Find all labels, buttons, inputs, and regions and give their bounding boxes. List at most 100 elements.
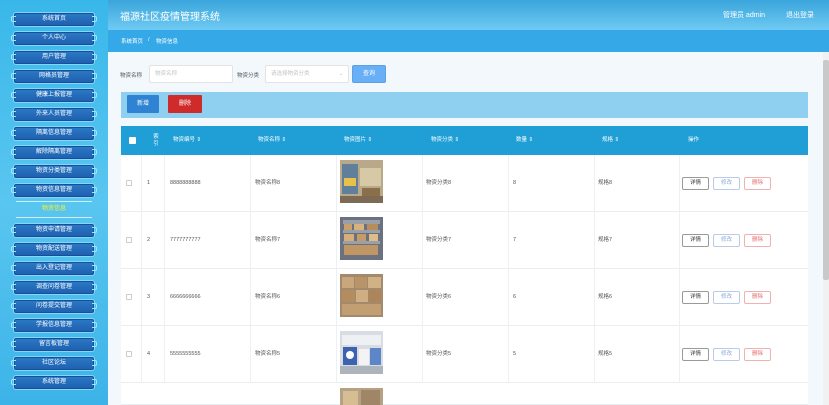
delete-button[interactable]: 删除: [168, 95, 202, 113]
cell-quantity: 6: [513, 294, 517, 300]
cell-spec: 规格5: [598, 351, 613, 357]
cell-quantity: 8: [513, 180, 517, 186]
sidebar-item-survey-submit[interactable]: 问卷提交管理: [11, 299, 97, 314]
cell-index: 3: [147, 294, 151, 300]
cell-code: 5555555555: [170, 351, 201, 357]
col-index-line1: 索: [153, 134, 159, 140]
col-spec[interactable]: 规格 ⇕: [602, 126, 619, 155]
main-content: 物资名称 物资分类 ⌄ 查询 新增 删除 索 引 物资编号 ⇕ 物资名称 ⇕ 物…: [108, 52, 829, 405]
cell-category: 物资分类7: [426, 237, 452, 243]
sidebar-item-supply-request[interactable]: 物资申请管理: [11, 223, 97, 238]
sidebar-item-supply-info-active[interactable]: 物资信息: [13, 203, 95, 215]
sidebar-item-entry-log[interactable]: 出入登记管理: [11, 261, 97, 276]
sidebar-divider: [16, 201, 92, 202]
cell-quantity: 7: [513, 237, 517, 243]
table-row: [121, 383, 808, 405]
cell-quantity: 5: [513, 351, 517, 357]
col-code[interactable]: 物资编号 ⇕: [173, 126, 201, 155]
search-name-label: 物资名称: [120, 73, 143, 79]
supply-image: [340, 160, 383, 203]
row-checkbox[interactable]: [126, 237, 132, 243]
sidebar-item-health-report[interactable]: 健康上报管理: [11, 88, 97, 103]
sidebar-item-system[interactable]: 系统管理: [11, 375, 97, 390]
cell-spec: 规格7: [598, 237, 613, 243]
col-category[interactable]: 物资分类 ⇕: [431, 126, 459, 155]
cell-spec: 规格6: [598, 294, 613, 300]
row-delete-button[interactable]: 删除: [744, 177, 771, 190]
cell-name: 物资名称7: [255, 237, 281, 243]
sidebar-divider: [16, 217, 92, 218]
supply-image: [340, 217, 383, 260]
supply-image: [340, 388, 383, 405]
cell-spec: 规格8: [598, 180, 613, 186]
breadcrumb-separator: /: [148, 37, 150, 43]
cell-name: 物资名称8: [255, 180, 281, 186]
table-header: 索 引 物资编号 ⇕ 物资名称 ⇕ 物资图片 ⇕ 物资分类 ⇕ 数量 ⇕ 规格 …: [121, 126, 808, 155]
search-category-select[interactable]: [265, 65, 349, 83]
select-all-checkbox[interactable]: [129, 137, 136, 144]
search-category-label: 物资分类: [237, 73, 260, 79]
breadcrumb-current: 物资信息: [156, 39, 179, 45]
breadcrumb-home[interactable]: 系统首页: [121, 37, 143, 45]
sidebar-item-supply-category[interactable]: 物资分类管理: [11, 164, 97, 179]
cell-name: 物资名称6: [255, 294, 281, 300]
col-index[interactable]: 索 引: [150, 126, 162, 155]
sidebar-item-users[interactable]: 用户管理: [11, 50, 97, 65]
logout-link[interactable]: 退出登录: [786, 10, 814, 20]
cell-name: 物资名称5: [255, 351, 281, 357]
sidebar-item-forum[interactable]: 社区论坛: [11, 356, 97, 371]
edit-button[interactable]: 修改: [713, 234, 740, 247]
sidebar-item-supply-delivery[interactable]: 物资配送管理: [11, 242, 97, 257]
sidebar-item-home[interactable]: 系统首页: [11, 12, 97, 27]
table-row: 4 5555555555 物资名称5 物资分类5 5 规格5 详情 修改 删除: [121, 326, 808, 383]
cell-index: 1: [147, 180, 151, 186]
detail-button[interactable]: 详情: [682, 177, 709, 190]
sidebar-item-bulletin[interactable]: 学报信息管理: [11, 318, 97, 333]
cell-category: 物资分类8: [426, 180, 452, 186]
sidebar-item-release-quarantine[interactable]: 解除隔离管理: [11, 145, 97, 160]
edit-button[interactable]: 修改: [713, 348, 740, 361]
sidebar-item-supply-info[interactable]: 物资信息管理: [11, 183, 97, 198]
row-checkbox[interactable]: [126, 180, 132, 186]
cell-category: 物资分类5: [426, 351, 452, 357]
table-row: 3 6666666666 物资名称6 物资分类6 6 规格6 详情 修改 删除: [121, 269, 808, 326]
sidebar-item-message-board[interactable]: 留言板管理: [11, 337, 97, 352]
row-checkbox[interactable]: [126, 294, 132, 300]
scrollbar-thumb[interactable]: [823, 60, 829, 280]
col-ops: 操作: [688, 137, 700, 143]
detail-button[interactable]: 详情: [682, 291, 709, 304]
cell-category: 物资分类6: [426, 294, 452, 300]
row-checkbox[interactable]: [126, 351, 132, 357]
sidebar-item-visitors[interactable]: 外来人员管理: [11, 107, 97, 122]
app-title: 福源社区疫情管理系统: [120, 12, 220, 23]
table-row: 1 8888888888 物资名称8 物资分类8 8 规格8 详情 修改 删除: [121, 155, 808, 212]
cell-index: 4: [147, 351, 151, 357]
detail-button[interactable]: 详情: [682, 348, 709, 361]
breadcrumb: 系统首页 / 物资信息: [108, 30, 829, 52]
table-row: 2 7777777777 物资名称7 物资分类7 7 规格7 详情 修改 删除: [121, 212, 808, 269]
query-button[interactable]: 查询: [352, 65, 386, 83]
sidebar-item-quarantine[interactable]: 隔离信息管理: [11, 126, 97, 141]
sidebar-item-grid-staff[interactable]: 网格员管理: [11, 69, 97, 84]
col-image[interactable]: 物资图片 ⇕: [344, 126, 372, 155]
sidebar-item-survey[interactable]: 调查问卷管理: [11, 280, 97, 295]
row-delete-button[interactable]: 删除: [744, 348, 771, 361]
row-delete-button[interactable]: 删除: [744, 291, 771, 304]
sidebar-item-profile[interactable]: 个人中心: [11, 31, 97, 46]
current-user: 管理员 admin: [722, 12, 765, 19]
col-name[interactable]: 物资名称 ⇕: [258, 126, 286, 155]
cell-code: 6666666666: [170, 294, 201, 300]
supply-image: [340, 274, 383, 317]
col-index-line2: 引: [153, 141, 159, 147]
col-quantity[interactable]: 数量 ⇕: [516, 126, 533, 155]
action-bar: 新增 删除: [121, 92, 808, 118]
row-delete-button[interactable]: 删除: [744, 234, 771, 247]
edit-button[interactable]: 修改: [713, 177, 740, 190]
cell-index: 2: [147, 237, 151, 243]
search-name-input[interactable]: [149, 65, 233, 83]
edit-button[interactable]: 修改: [713, 291, 740, 304]
add-button[interactable]: 新增: [127, 95, 159, 113]
cell-code: 8888888888: [170, 180, 201, 186]
detail-button[interactable]: 详情: [682, 234, 709, 247]
cell-code: 7777777777: [170, 237, 201, 243]
